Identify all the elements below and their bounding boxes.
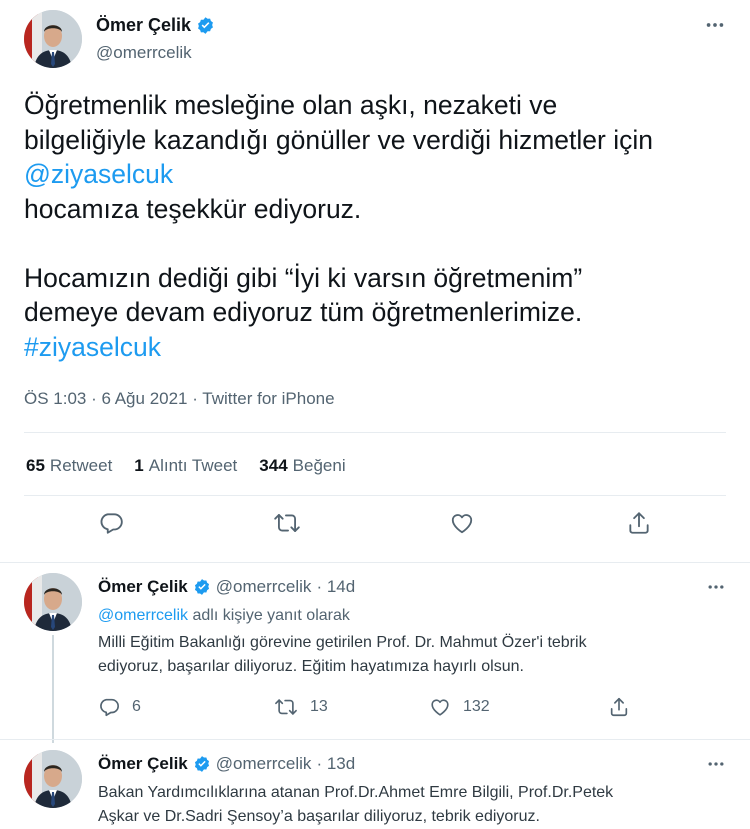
tweet-actions — [0, 510, 750, 546]
share-action[interactable] — [608, 696, 630, 718]
author-handle[interactable]: @omerrcelik — [96, 43, 192, 63]
verified-badge-icon — [196, 16, 215, 35]
reply-header: Ömer Çelik @omerrcelik · 13d — [98, 754, 355, 774]
divider — [24, 432, 726, 433]
reply-text: Bakan Yardımcılıklarına atanan Prof.Dr.A… — [98, 781, 613, 829]
reply-icon[interactable] — [98, 510, 124, 536]
more-options-icon[interactable] — [706, 577, 726, 597]
reply-action[interactable]: 6 — [98, 696, 141, 718]
retweet-count: 13 — [310, 698, 328, 715]
author-name[interactable]: Ömer Çelik — [98, 754, 188, 774]
replying-to-label: adlı kişiye yanıt olarak — [188, 607, 350, 624]
retweet-label: Retweet — [49, 456, 113, 475]
retweet-icon[interactable] — [274, 696, 298, 718]
thread-line — [52, 635, 54, 743]
like-icon[interactable] — [429, 696, 451, 718]
quote-count: 1 — [134, 456, 144, 475]
author-name-row[interactable]: Ömer Çelik — [96, 15, 215, 36]
main-tweet: Ömer Çelik @omerrcelik Öğretmenlik mesle… — [0, 0, 750, 562]
tweet-text-line: Hocamızın dediği gibi “İyi ki varsın öğr… — [24, 262, 583, 293]
like-count: 344 — [259, 456, 288, 475]
retweet-count: 65 — [26, 456, 45, 475]
reply-count: 6 — [132, 698, 141, 715]
retweet-icon[interactable] — [273, 510, 301, 536]
divider — [24, 495, 726, 496]
tweet-text-line: hocamıza teşekkür ediyoruz. — [24, 193, 362, 224]
replying-to: @omerrcelik adlı kişiye yanıt olarak — [98, 607, 350, 625]
tweet-timestamp[interactable]: ÖS 1:03 · 6 Ağu 2021 · Twitter for iPhon… — [24, 389, 335, 409]
reply-text-line: Milli Eğitim Bakanlığı görevine getirile… — [98, 634, 587, 651]
like-label: Beğeni — [292, 456, 346, 475]
tweet-text: Öğretmenlik mesleğine olan aşkı, nezaket… — [24, 88, 724, 364]
verified-badge-icon — [193, 578, 211, 596]
more-options-icon[interactable] — [706, 754, 726, 774]
mention-link[interactable]: @ziyaselcuk — [24, 157, 724, 192]
profile-photo — [24, 10, 82, 68]
avatar[interactable] — [24, 10, 82, 68]
retweet-stat[interactable]: 65 Retweet — [26, 456, 112, 476]
verified-badge-icon — [193, 755, 211, 773]
profile-photo — [24, 750, 82, 808]
avatar[interactable] — [24, 573, 82, 631]
tweet-time[interactable]: · 13d — [316, 754, 355, 774]
tweet-text-line: Öğretmenlik mesleğine olan aşkı, nezaket… — [24, 90, 558, 120]
tweet-time[interactable]: · 14d — [316, 577, 355, 597]
like-action[interactable]: 132 — [429, 696, 490, 718]
reply-text-line: Bakan Yardımcılıklarına atanan Prof.Dr.A… — [98, 784, 614, 801]
reply-text: Milli Eğitim Bakanlığı görevine getirile… — [98, 631, 587, 679]
reply-actions: 6 13 132 — [98, 696, 658, 720]
reply-tweet[interactable]: Ömer Çelik @omerrcelik · 13d Bakan Yardı… — [0, 740, 750, 829]
more-options-icon[interactable] — [704, 14, 726, 36]
like-icon[interactable] — [449, 510, 475, 536]
share-icon[interactable] — [626, 510, 652, 536]
author-handle[interactable]: @omerrcelik — [216, 754, 312, 774]
avatar[interactable] — [24, 750, 82, 808]
like-count: 132 — [463, 698, 490, 715]
engagement-stats: 65 Retweet 1 Alıntı Tweet 344 Beğeni — [26, 456, 346, 476]
replying-to-handle[interactable]: @omerrcelik — [98, 607, 188, 624]
quote-label: Alıntı Tweet — [148, 456, 238, 475]
reply-tweet[interactable]: Ömer Çelik @omerrcelik · 14d @omerrcelik… — [0, 563, 750, 743]
share-icon[interactable] — [608, 696, 630, 718]
reply-text-line: ediyoruz, başarılar diliyoruz. Eğitim ha… — [98, 658, 524, 675]
author-handle[interactable]: @omerrcelik — [216, 577, 312, 597]
retweet-action[interactable]: 13 — [274, 696, 328, 718]
reply-text-line: Aşkar ve Dr.Sadri Şensoy’a başarılar dil… — [98, 808, 540, 825]
like-stat[interactable]: 344 Beğeni — [259, 456, 345, 476]
author-name[interactable]: Ömer Çelik — [96, 15, 191, 36]
profile-photo — [24, 573, 82, 631]
author-name[interactable]: Ömer Çelik — [98, 577, 188, 597]
quote-stat[interactable]: 1 Alıntı Tweet — [134, 456, 237, 476]
tweet-text-line: bilgeliğiyle kazandığı gönüller ve verdi… — [24, 124, 653, 155]
reply-icon[interactable] — [98, 696, 120, 718]
reply-header: Ömer Çelik @omerrcelik · 14d — [98, 577, 355, 597]
hashtag-link[interactable]: #ziyaselcuk — [24, 330, 724, 365]
tweet-text-line: demeye devam ediyoruz tüm öğretmenlerimi… — [24, 297, 583, 327]
